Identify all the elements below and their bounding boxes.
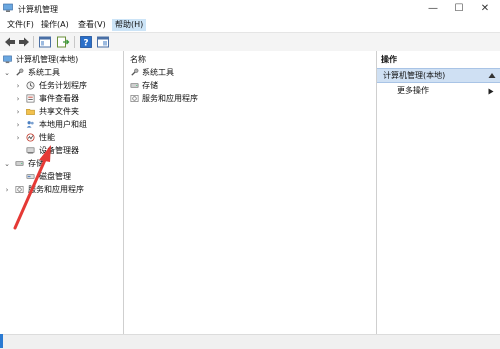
annotation-arrow [13, 145, 51, 230]
